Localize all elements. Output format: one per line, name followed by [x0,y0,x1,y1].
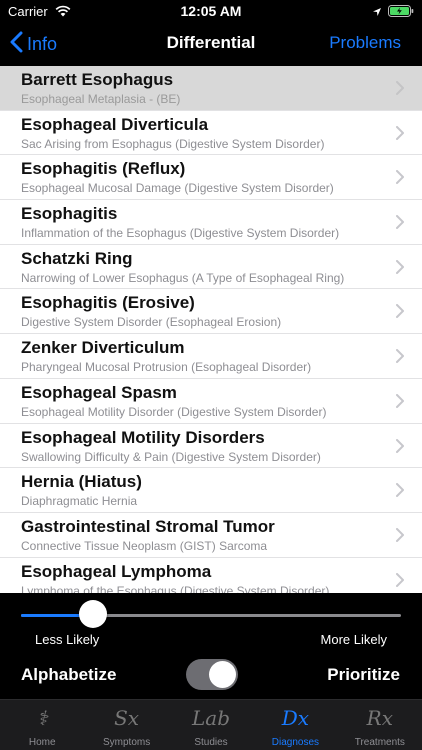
dx-icon: Dx [281,706,310,730]
sort-toggle[interactable] [186,659,238,690]
tab-diagnoses[interactable]: Dx Diagnoses [253,700,337,750]
list-item[interactable]: Esophageal Motility Disorders Swallowing … [0,423,422,469]
chevron-right-icon [396,393,404,413]
tab-label: Home [28,737,56,748]
chevron-right-icon [396,304,404,323]
list-item-subtitle: Esophageal Motility Disorder (Digestive … [21,404,327,419]
list-item[interactable]: Gastrointestinal Stromal Tumor Connective… [0,512,422,558]
nav-bar: Info Differential Problems [0,22,422,66]
list-item-title: Esophagitis (Erosive) [21,293,195,313]
tab-label: Treatments [354,737,405,748]
tab-bar: ⚕ Home Sx Symptoms Lab Studies Dx Diagnoses Rx Tr… [0,699,422,750]
list-item-subtitle: Diaphragmatic Hernia [21,494,138,509]
list-item[interactable]: Esophagitis (Erosive) Digestive System Di… [0,289,422,335]
less-likely-label: Less Likely [35,632,100,647]
list-item[interactable]: Hernia (Hiatus) Diaphragmatic Hernia [0,468,422,513]
list-item-subtitle: Lymphoma of the Esophagus (Digestive Sys… [21,583,330,593]
list-item-title: Esophageal Diverticula [21,114,209,134]
list-item-subtitle: Connective Tissue Neoplasm (GIST) Sarcom… [21,538,268,553]
list-item[interactable]: Schatzki Ring Narrowing of Lower Esophagu… [0,244,422,290]
chevron-right-icon [396,483,404,502]
tab-home[interactable]: ⚕ Home [0,700,84,750]
location-icon [372,4,382,22]
caduceus-icon: ⚕ [36,706,48,730]
list-item-subtitle: Swallowing Difficulty & Pain (Digestive … [21,449,321,464]
chevron-right-icon [396,572,404,592]
list-item[interactable]: Esophagitis Inflammation of the Esophagus… [0,200,422,245]
list-item-title: Barrett Esophagus [21,70,174,89]
chevron-right-icon [396,81,404,100]
chevron-right-icon [396,170,404,189]
list-item[interactable]: Zenker Diverticulum Pharyngeal Mucosal Pr… [0,334,422,379]
list-item[interactable]: Esophageal Diverticula Sac Arising from E… [0,110,422,156]
sx-icon: Sx [114,706,140,730]
battery-icon [388,4,414,22]
diagnosis-list[interactable]: Barrett Esophagus Esophageal Metaplasia -… [0,66,422,593]
list-item-title: Esophageal Lymphoma [21,561,212,581]
slider-thumb[interactable] [79,600,108,628]
list-item-title: Zenker Diverticulum [21,338,185,358]
likelihood-panel: Less Likely More Likely Alphabetize Prio… [0,593,422,699]
status-time: 12:05 AM [180,3,242,19]
tab-treatments[interactable]: Rx Treatments [338,700,422,750]
tab-label: Studies [194,737,228,748]
list-item-subtitle: Digestive System Disorder (Esophageal Er… [21,315,282,330]
list-item-title: Esophagitis (Reflux) [21,159,186,179]
list-item[interactable]: Esophageal Lymphoma Lymphoma of the Esoph… [0,557,422,593]
list-item-subtitle: Narrowing of Lower Esophagus (A Type of … [21,270,345,285]
list-item-title: Esophageal Spasm [21,382,177,402]
chevron-right-icon [396,527,404,547]
list-item-title: Hernia (Hiatus) [21,472,142,492]
list-item-subtitle: Esophageal Metaplasia - (BE) [21,92,181,106]
chevron-right-icon [396,215,404,234]
lab-icon: Lab [192,706,231,730]
rx-icon: Rx [366,706,393,730]
likelihood-slider[interactable] [21,614,401,617]
list-item-subtitle: Inflammation of the Esophagus (Digestive… [21,226,340,241]
list-item[interactable]: Barrett Esophagus Esophageal Metaplasia -… [0,66,422,111]
list-item-title: Schatzki Ring [21,248,133,268]
prioritize-label: Prioritize [327,665,400,684]
alphabetize-label: Alphabetize [21,665,117,684]
tab-studies[interactable]: Lab Studies [169,700,253,750]
toggle-knob [209,661,236,688]
more-likely-label: More Likely [320,632,387,647]
status-bar: Carrier 12:05 AM [0,0,422,22]
chevron-right-icon [396,125,404,145]
problems-button[interactable]: Problems [329,33,401,53]
chevron-right-icon [396,438,404,458]
list-item-title: Esophageal Motility Disorders [21,427,265,447]
tab-label: Symptoms [102,737,151,748]
list-item[interactable]: Esophageal Spasm Esophageal Motility Diso… [0,378,422,424]
list-item-subtitle: Pharyngeal Mucosal Protrusion (Esophagea… [21,360,312,375]
list-item-title: Esophagitis [21,204,118,224]
tab-symptoms[interactable]: Sx Symptoms [84,700,168,750]
list-item[interactable]: Esophagitis (Reflux) Esophageal Mucosal D… [0,155,422,201]
list-item-subtitle: Esophageal Mucosal Damage (Digestive Sys… [21,181,334,196]
chevron-right-icon [396,349,404,368]
chevron-right-icon [396,259,404,279]
tab-label: Diagnoses [271,737,320,748]
list-item-subtitle: Sac Arising from Esophagus (Digestive Sy… [21,136,325,151]
list-item-title: Gastrointestinal Stromal Tumor [21,516,275,536]
